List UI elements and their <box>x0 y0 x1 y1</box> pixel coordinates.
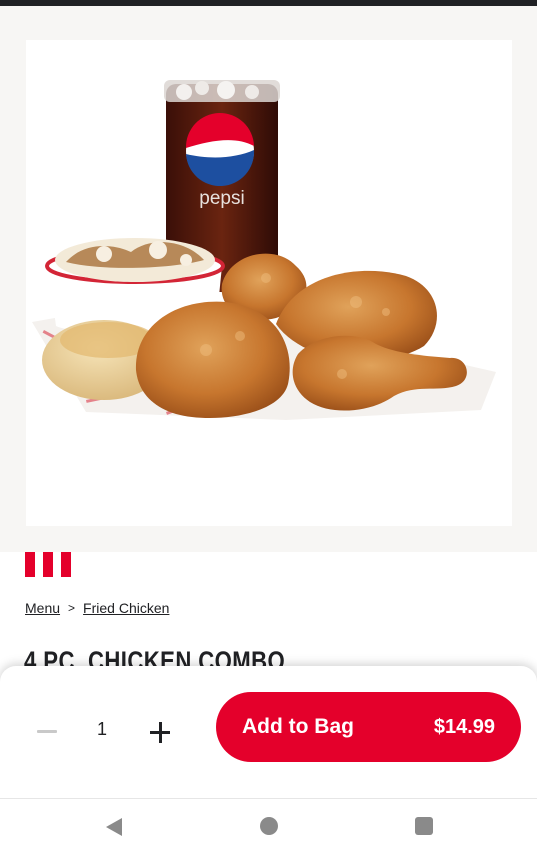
brand-stripe <box>25 552 35 577</box>
add-to-bag-button[interactable]: Add to Bag $14.99 <box>216 692 521 762</box>
breadcrumb-menu-link[interactable]: Menu <box>25 600 60 616</box>
breadcrumb-separator: > <box>68 601 76 615</box>
square-icon[interactable] <box>415 817 433 835</box>
breadcrumb-fried-chicken-link[interactable]: Fried Chicken <box>83 600 169 616</box>
brand-stripe <box>43 552 53 577</box>
brand-stripe <box>61 552 71 577</box>
breadcrumb: Menu > Fried Chicken <box>25 600 169 616</box>
add-to-bag-label: Add to Bag <box>242 715 354 738</box>
product-image: pepsi <box>26 40 512 526</box>
quantity-value: 1 <box>96 719 107 739</box>
triangle-left-icon[interactable] <box>104 817 124 837</box>
increase-quantity-button[interactable] <box>142 712 178 750</box>
price-label: $14.99 <box>433 715 495 738</box>
decrease-quantity-button[interactable] <box>30 712 64 750</box>
cup-brand-label: pepsi <box>199 188 244 209</box>
minus-icon <box>37 729 57 733</box>
product-hero: pepsi <box>0 6 537 552</box>
circle-icon[interactable] <box>260 817 278 835</box>
brand-stripes <box>25 552 71 577</box>
